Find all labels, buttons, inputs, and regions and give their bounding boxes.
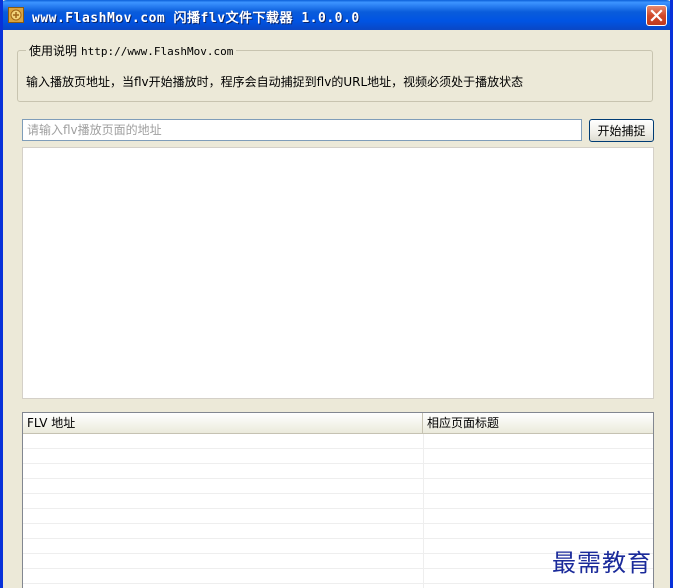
column-separator — [423, 464, 424, 479]
column-separator — [423, 449, 424, 464]
list-row[interactable] — [23, 479, 653, 494]
column-separator — [423, 569, 424, 584]
browser-view[interactable] — [22, 147, 654, 399]
column-header-flv-url[interactable]: FLV 地址 — [23, 413, 423, 433]
column-separator — [423, 584, 424, 588]
column-separator — [423, 494, 424, 509]
url-input[interactable] — [22, 119, 582, 141]
start-capture-button[interactable]: 开始捕捉 — [589, 119, 654, 142]
instructions-legend-url: http://www.FlashMov.com — [81, 45, 234, 58]
list-header: FLV 地址 相应页面标题 — [23, 413, 653, 434]
list-row[interactable] — [23, 509, 653, 524]
flash-app-icon[interactable] — [8, 7, 24, 23]
instructions-group: 使用说明 http://www.FlashMov.com 输入播放页地址，当flv… — [17, 42, 653, 102]
column-separator — [423, 479, 424, 494]
list-row[interactable] — [23, 449, 653, 464]
column-header-page-title[interactable]: 相应页面标题 — [423, 413, 653, 433]
close-icon — [650, 9, 663, 22]
window-title: www.FlashMov.com 闪播flv文件下载器 1.0.0.0 — [32, 11, 360, 26]
list-row[interactable] — [23, 524, 653, 539]
instructions-legend: 使用说明 http://www.FlashMov.com — [26, 42, 237, 59]
title-bar[interactable]: www.FlashMov.com 闪播flv文件下载器 1.0.0.0 — [3, 0, 670, 30]
column-separator — [423, 554, 424, 569]
column-separator — [423, 434, 424, 449]
instructions-text: 输入播放页地址，当flv开始播放时，程序会自动捕捉到flv的URL地址，视频必须… — [26, 75, 524, 89]
list-row[interactable] — [23, 584, 653, 588]
column-separator — [423, 524, 424, 539]
watermark: 最需教育 — [552, 549, 652, 577]
list-row[interactable] — [23, 464, 653, 479]
column-separator — [423, 509, 424, 524]
app-window: www.FlashMov.com 闪播flv文件下载器 1.0.0.0 使用说明… — [0, 0, 673, 588]
list-row[interactable] — [23, 494, 653, 509]
column-separator — [423, 539, 424, 554]
instructions-legend-label: 使用说明 — [29, 44, 78, 58]
list-row[interactable] — [23, 434, 653, 449]
close-button[interactable] — [646, 5, 667, 26]
